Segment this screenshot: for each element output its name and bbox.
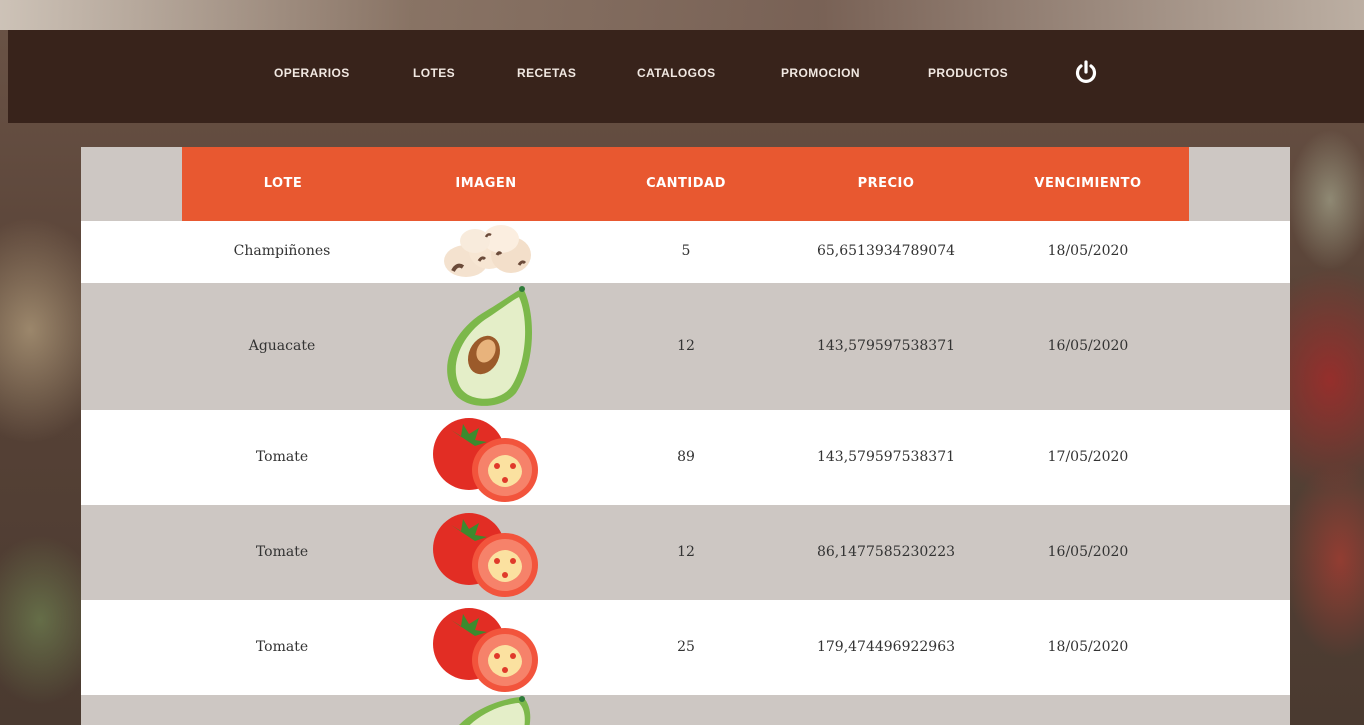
header-cantidad: CANTIDAD <box>646 176 726 191</box>
cell-vencimiento: 18/05/2020 <box>1047 243 1129 259</box>
nav-catalogos[interactable]: CATALOGOS <box>637 66 715 80</box>
header-vencimiento: VENCIMIENTO <box>1034 176 1142 191</box>
cell-precio: 143,579597538371 <box>816 338 956 354</box>
background-strip <box>0 0 1364 30</box>
cell-lote: Tomate <box>255 639 309 655</box>
cell-lote: Champiñones <box>233 243 331 259</box>
table-row: Tomate 25 179,474496922963 18/05/2020 <box>81 600 1290 695</box>
tomato-image <box>431 505 541 605</box>
cell-vencimiento: 16/05/2020 <box>1047 338 1129 354</box>
cell-lote: Aguacate <box>248 338 316 354</box>
cell-lote: Tomate <box>255 449 309 465</box>
power-icon[interactable] <box>1074 60 1098 86</box>
cell-vencimiento: 17/05/2020 <box>1047 449 1129 465</box>
cell-cantidad: 25 <box>677 639 695 655</box>
cell-lote: Tomate <box>255 544 309 560</box>
cell-cantidad: 89 <box>677 449 695 465</box>
mushroom-image <box>431 221 541 288</box>
cell-precio: 179,474496922963 <box>816 639 956 655</box>
nav-productos[interactable]: PRODUCTOS <box>928 66 1008 80</box>
avocado-image <box>431 283 541 415</box>
nav-operarios[interactable]: OPERARIOS <box>274 66 350 80</box>
top-navbar: OPERARIOS LOTES RECETAS CATALOGOS PROMOC… <box>8 30 1364 123</box>
tomato-image <box>431 410 541 510</box>
table-row <box>81 695 1290 725</box>
header-precio: PRECIO <box>857 176 915 191</box>
table-row: Tomate 89 143,579597538371 17/05/2020 <box>81 410 1290 505</box>
cell-cantidad: 12 <box>677 338 695 354</box>
cell-vencimiento: 18/05/2020 <box>1047 639 1129 655</box>
cell-cantidad: 12 <box>677 544 695 560</box>
nav-recetas[interactable]: RECETAS <box>517 66 576 80</box>
lotes-table: LOTE IMAGEN CANTIDAD PRECIO VENCIMIENTO … <box>81 147 1290 725</box>
cell-precio: 143,579597538371 <box>816 449 956 465</box>
tomato-image <box>431 600 541 700</box>
table-row: Aguacate 12 143,579597538371 16/05/2020 <box>81 283 1290 410</box>
cell-vencimiento: 16/05/2020 <box>1047 544 1129 560</box>
cell-precio: 65,6513934789074 <box>816 243 956 259</box>
header-lote: LOTE <box>263 176 303 191</box>
table-row: Tomate 12 86,1477585230223 16/05/2020 <box>81 505 1290 600</box>
nav-lotes[interactable]: LOTES <box>413 66 455 80</box>
table-row: Champiñones 5 65,6513934789074 18/05/202… <box>81 221 1290 283</box>
avocado-image <box>431 695 541 725</box>
nav-promocion[interactable]: PROMOCION <box>781 66 860 80</box>
cell-cantidad: 5 <box>681 243 691 259</box>
header-imagen: IMAGEN <box>455 176 517 191</box>
cell-precio: 86,1477585230223 <box>816 544 956 560</box>
